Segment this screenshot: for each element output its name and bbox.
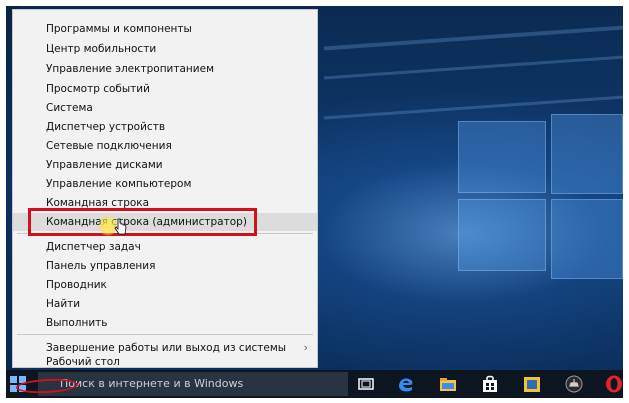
menu-item-mobility-center[interactable]: Центр мобильности bbox=[13, 40, 317, 58]
menu-item-task-manager[interactable]: Диспетчер задач bbox=[13, 238, 317, 256]
menu-item-system[interactable]: Система bbox=[13, 99, 317, 117]
menu-item-power-options[interactable]: Управление электропитанием bbox=[13, 60, 317, 78]
store-icon[interactable] bbox=[480, 374, 500, 394]
opera-icon[interactable] bbox=[604, 374, 624, 394]
edge-icon[interactable] bbox=[396, 374, 416, 394]
file-explorer-icon[interactable] bbox=[438, 374, 458, 394]
annotation-highlight-box bbox=[28, 208, 257, 236]
search-input[interactable]: Поиск в интернете и в Windows bbox=[38, 372, 348, 396]
menu-item-shutdown[interactable]: Завершение работы или выход из системы › bbox=[13, 339, 317, 357]
menu-item-device-manager[interactable]: Диспетчер устройств bbox=[13, 118, 317, 136]
menu-separator bbox=[17, 334, 313, 335]
tank-game-icon[interactable] bbox=[564, 374, 584, 394]
search-placeholder: Поиск в интернете и в Windows bbox=[60, 377, 244, 390]
task-view-icon[interactable] bbox=[356, 374, 376, 394]
windows-logo-pane bbox=[551, 199, 623, 279]
power-user-menu: Программы и компоненты Центр мобильности… bbox=[12, 9, 318, 368]
chevron-right-icon: › bbox=[303, 341, 308, 354]
menu-item-file-explorer[interactable]: Проводник bbox=[13, 276, 317, 294]
windows-logo-pane bbox=[458, 121, 546, 193]
light-streak bbox=[324, 55, 623, 80]
light-streak bbox=[324, 25, 623, 51]
app-icon[interactable] bbox=[522, 374, 542, 394]
windows-logo-pane bbox=[458, 199, 546, 271]
menu-item-shutdown-label: Завершение работы или выход из системы bbox=[46, 342, 287, 354]
menu-item-run[interactable]: Выполнить bbox=[13, 314, 317, 332]
menu-item-control-panel[interactable]: Панель управления bbox=[13, 257, 317, 275]
menu-item-event-viewer[interactable]: Просмотр событий bbox=[13, 80, 317, 98]
windows-logo-pane bbox=[551, 114, 623, 194]
menu-item-desktop[interactable]: Рабочий стол bbox=[13, 356, 317, 368]
cursor-hand-icon bbox=[114, 218, 127, 235]
menu-item-programs[interactable]: Программы и компоненты bbox=[13, 20, 317, 38]
menu-item-disk-management[interactable]: Управление дисками bbox=[13, 156, 317, 174]
menu-item-search[interactable]: Найти bbox=[13, 295, 317, 313]
menu-item-computer-management[interactable]: Управление компьютером bbox=[13, 175, 317, 193]
taskbar: Поиск в интернете и в Windows bbox=[6, 370, 623, 398]
menu-item-network-connections[interactable]: Сетевые подключения bbox=[13, 137, 317, 155]
